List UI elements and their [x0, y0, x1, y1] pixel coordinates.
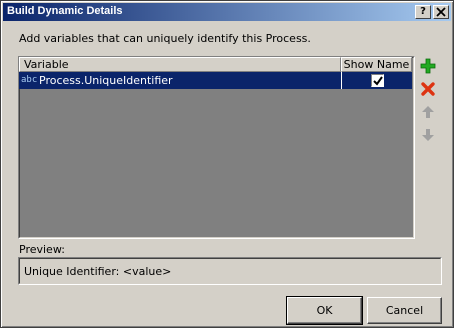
preview-text: Unique Identifier: <value>: [24, 265, 172, 278]
move-down-button[interactable]: [420, 127, 436, 143]
add-icon: [420, 58, 436, 74]
table-row[interactable]: abc Process.UniqueIdentifier: [19, 72, 412, 89]
checkmark-icon: [373, 76, 383, 86]
help-button[interactable]: ?: [415, 5, 431, 19]
ok-button[interactable]: OK: [286, 296, 363, 325]
instruction-text: Add variables that can uniquely identify…: [19, 32, 311, 45]
arrow-down-icon: [422, 129, 434, 141]
close-button[interactable]: [433, 5, 449, 19]
preview-box: Unique Identifier: <value>: [18, 257, 442, 285]
variable-name: Process.UniqueIdentifier: [39, 74, 173, 87]
window-title: Build Dynamic Details: [7, 5, 123, 17]
cancel-button[interactable]: Cancel: [367, 297, 442, 324]
title-bar[interactable]: Build Dynamic Details ?: [3, 3, 451, 21]
column-header-show-name[interactable]: Show Name: [341, 57, 412, 72]
variable-type-icon: abc: [21, 75, 38, 85]
variables-list[interactable]: Variable Show Name abc Process.UniqueIde…: [18, 56, 415, 239]
delete-icon: [421, 82, 435, 96]
column-header-variable[interactable]: Variable: [19, 57, 341, 72]
delete-variable-button[interactable]: [420, 81, 436, 97]
show-name-checkbox[interactable]: [371, 74, 384, 87]
add-variable-button[interactable]: [420, 58, 436, 74]
move-up-button[interactable]: [420, 104, 436, 120]
dialog-window: Build Dynamic Details ? Add variables th…: [0, 0, 454, 328]
preview-label: Preview:: [19, 243, 65, 256]
arrow-up-icon: [422, 106, 434, 118]
close-icon: [436, 7, 446, 17]
column-divider: [341, 72, 342, 89]
